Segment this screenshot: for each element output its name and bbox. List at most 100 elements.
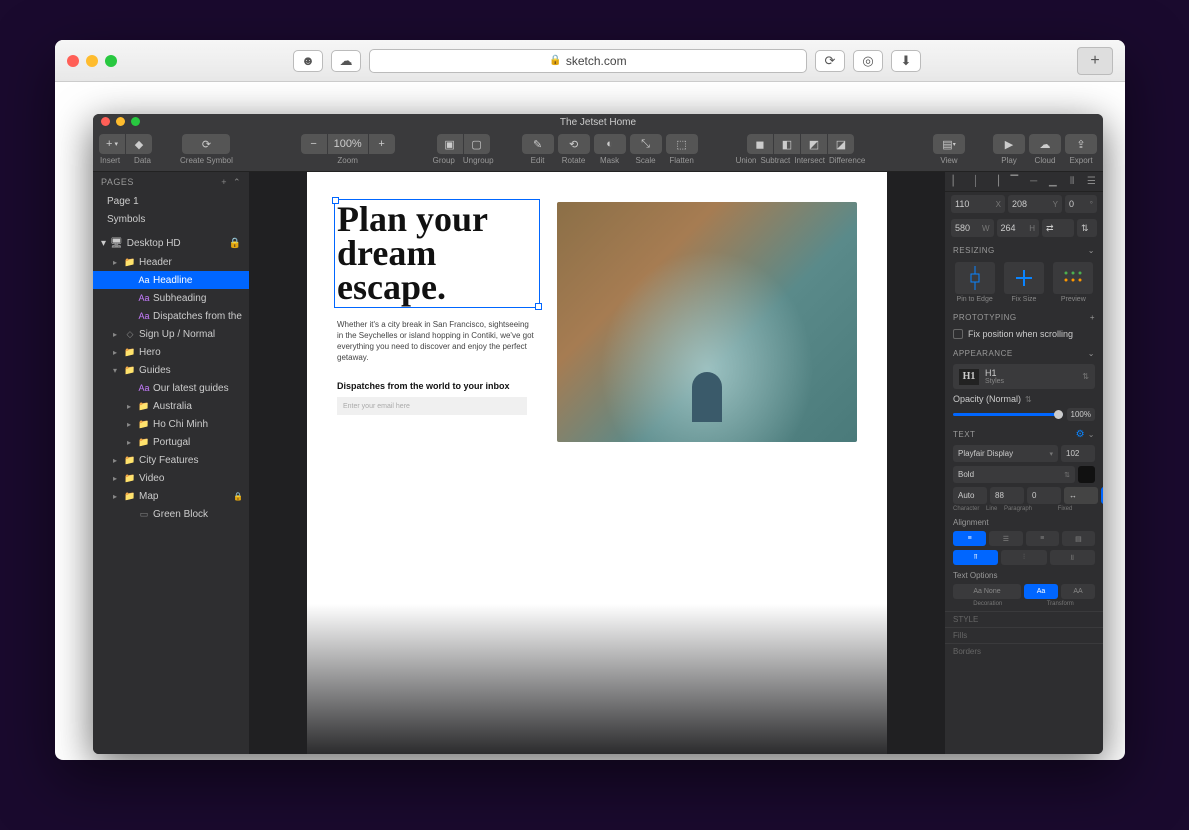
line-height-input[interactable]: 88 bbox=[990, 487, 1024, 504]
text-style-selector[interactable]: H1 H1Styles ⇅ bbox=[953, 364, 1095, 389]
canvas[interactable]: Plan your dream escape. Whether it's a c… bbox=[249, 172, 945, 754]
mask-button[interactable]: ◐ bbox=[594, 134, 626, 154]
chevron-icon[interactable]: ▸ bbox=[113, 258, 121, 267]
align-top-icon[interactable]: ▔ bbox=[1005, 174, 1024, 189]
subtract-button[interactable]: ◧ bbox=[774, 134, 800, 154]
distribute-v-icon[interactable]: ☰ bbox=[1082, 174, 1101, 189]
transform-none-button[interactable]: Aa bbox=[1024, 584, 1058, 599]
layer-item[interactable]: ▸📁Header bbox=[93, 253, 249, 271]
valign-bottom-button[interactable]: ⫫ bbox=[1050, 550, 1095, 565]
rotate-button[interactable]: ⟲ bbox=[558, 134, 590, 154]
valign-top-button[interactable]: ⫪ bbox=[953, 550, 998, 565]
ghost-icon[interactable]: ☻ bbox=[293, 50, 323, 72]
flip-horizontal-icon[interactable]: ⇄ bbox=[1042, 219, 1074, 237]
chevron-icon[interactable]: ▸ bbox=[113, 330, 121, 339]
fix-size-button[interactable] bbox=[1004, 262, 1044, 294]
dispatch-label[interactable]: Dispatches from the world to your inbox bbox=[337, 381, 537, 391]
font-weight-select[interactable]: Bold⇅ bbox=[953, 466, 1075, 483]
union-button[interactable]: ◼ bbox=[747, 134, 773, 154]
scale-button[interactable]: ⤡ bbox=[630, 134, 662, 154]
create-symbol-button[interactable]: ⟳ bbox=[182, 134, 230, 154]
text-color-swatch[interactable] bbox=[1078, 466, 1095, 483]
decoration-select[interactable]: Aa None bbox=[953, 584, 1021, 599]
width-input[interactable]: 580W bbox=[951, 219, 994, 237]
opacity-slider[interactable] bbox=[953, 413, 1063, 416]
align-right-button[interactable]: ≡ bbox=[1026, 531, 1059, 546]
chevron-icon[interactable]: ▸ bbox=[113, 492, 121, 501]
chevron-icon[interactable]: ▸ bbox=[113, 456, 121, 465]
align-justify-button[interactable]: ▤ bbox=[1062, 531, 1095, 546]
chevron-down-icon[interactable]: ⌄ bbox=[1088, 430, 1095, 439]
zoom-in-button[interactable]: + bbox=[369, 134, 395, 154]
play-button[interactable]: ▶ bbox=[993, 134, 1025, 154]
paragraph-spacing-input[interactable]: 0 bbox=[1027, 487, 1061, 504]
layer-item[interactable]: ▸◇Sign Up / Normal bbox=[93, 325, 249, 343]
zoom-value[interactable]: 100% bbox=[328, 134, 368, 154]
safari-maximize-button[interactable] bbox=[105, 55, 117, 67]
layer-item[interactable]: ▸📁City Features bbox=[93, 451, 249, 469]
chevron-icon[interactable]: ▸ bbox=[113, 348, 121, 357]
chevron-icon[interactable]: ▸ bbox=[113, 474, 121, 483]
chevron-down-icon[interactable]: ⌄ bbox=[1088, 349, 1095, 358]
auto-width-icon[interactable]: ↔ bbox=[1064, 487, 1098, 504]
distribute-h-icon[interactable]: ⫴ bbox=[1063, 174, 1082, 189]
chevron-icon[interactable]: ▸ bbox=[127, 438, 135, 447]
sketch-minimize-button[interactable] bbox=[116, 117, 125, 126]
gear-icon[interactable]: ⚙ bbox=[1076, 429, 1085, 440]
add-prototyping-icon[interactable]: + bbox=[1090, 313, 1095, 322]
layer-item[interactable]: AaHeadline bbox=[93, 271, 249, 289]
chevron-icon[interactable]: ▾ bbox=[113, 366, 121, 375]
align-center-v-icon[interactable]: ─ bbox=[1024, 174, 1043, 189]
data-button[interactable]: ◆ bbox=[126, 134, 152, 154]
collapse-pages-icon[interactable]: ⌃ bbox=[233, 177, 241, 188]
url-bar[interactable]: 🔒 sketch.com bbox=[369, 49, 807, 73]
opacity-value[interactable]: 100% bbox=[1067, 408, 1095, 421]
difference-button[interactable]: ◪ bbox=[828, 134, 854, 154]
artboard[interactable]: Plan your dream escape. Whether it's a c… bbox=[307, 172, 887, 754]
shield-icon[interactable]: ◎ bbox=[853, 50, 883, 72]
reload-icon[interactable]: ⟳ bbox=[815, 50, 845, 72]
sketch-close-button[interactable] bbox=[101, 117, 110, 126]
align-right-icon[interactable]: ▕ bbox=[986, 174, 1005, 189]
rotation-input[interactable]: 0° bbox=[1065, 195, 1097, 213]
layer-item[interactable]: ▸📁Hero bbox=[93, 343, 249, 361]
chevron-down-icon[interactable]: ▾ bbox=[101, 238, 106, 249]
flatten-button[interactable]: ⬚ bbox=[666, 134, 698, 154]
export-button[interactable]: ⇪ bbox=[1065, 134, 1097, 154]
guides-title[interactable]: Our latest guides bbox=[337, 492, 857, 513]
chevron-updown-icon[interactable]: ⇅ bbox=[1025, 395, 1032, 404]
transform-upper-button[interactable]: AA bbox=[1061, 584, 1095, 599]
zoom-out-button[interactable]: − bbox=[301, 134, 327, 154]
downloads-icon[interactable]: ⬇ bbox=[891, 50, 921, 72]
layer-item[interactable]: ▸📁Ho Chi Minh bbox=[93, 415, 249, 433]
guide-card[interactable]: SeeAustralia bbox=[671, 531, 791, 661]
page-item[interactable]: Page 1 bbox=[93, 192, 249, 210]
cloud-button[interactable]: ☁ bbox=[1029, 134, 1061, 154]
preview-button[interactable] bbox=[1053, 262, 1093, 294]
email-input[interactable]: Enter your email here bbox=[337, 397, 527, 415]
fix-position-checkbox[interactable] bbox=[953, 329, 963, 339]
layer-item[interactable]: AaDispatches from the bbox=[93, 307, 249, 325]
align-left-icon[interactable]: ▏ bbox=[947, 174, 966, 189]
fills-section[interactable]: Fills bbox=[945, 627, 1103, 643]
safari-minimize-button[interactable] bbox=[86, 55, 98, 67]
layer-item[interactable]: ▾📁Guides bbox=[93, 361, 249, 379]
city-features-title[interactable]: City Features bbox=[337, 691, 857, 709]
hero-image[interactable] bbox=[557, 202, 857, 442]
edit-button[interactable]: ✎ bbox=[522, 134, 554, 154]
align-bottom-icon[interactable]: ▁ bbox=[1043, 174, 1062, 189]
intersect-button[interactable]: ◩ bbox=[801, 134, 827, 154]
flip-vertical-icon[interactable]: ⇅ bbox=[1077, 219, 1097, 237]
font-size-input[interactable]: 102 bbox=[1061, 445, 1095, 462]
x-input[interactable]: 110X bbox=[951, 195, 1005, 213]
layer-item[interactable]: ▸📁Map🔒 bbox=[93, 487, 249, 505]
cloud-icon[interactable]: ☁ bbox=[331, 50, 361, 72]
pin-to-edge-button[interactable] bbox=[955, 262, 995, 294]
insert-button[interactable]: +▾ bbox=[99, 134, 125, 154]
layer-item[interactable]: ▭Green Block bbox=[93, 505, 249, 523]
ungroup-button[interactable]: ▢ bbox=[464, 134, 490, 154]
page-item[interactable]: Symbols bbox=[93, 210, 249, 228]
character-spacing-input[interactable]: Auto bbox=[953, 487, 987, 504]
chevron-icon[interactable]: ▸ bbox=[127, 420, 135, 429]
sketch-maximize-button[interactable] bbox=[131, 117, 140, 126]
